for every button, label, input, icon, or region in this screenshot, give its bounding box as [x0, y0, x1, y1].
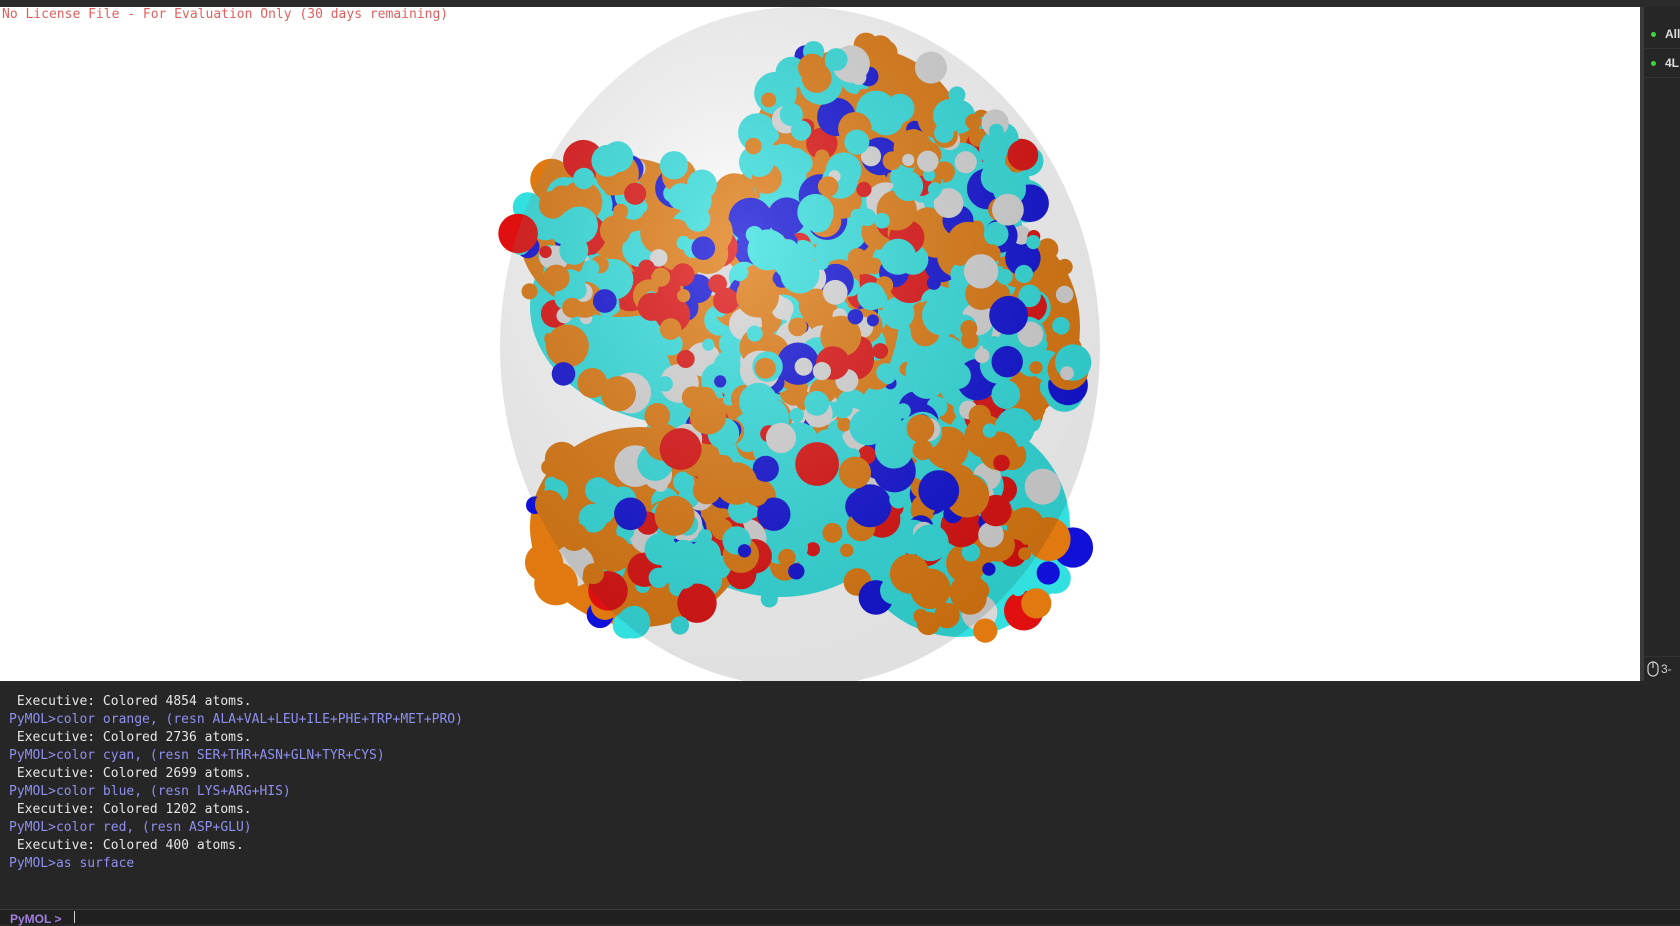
- console-line: Executive: Colored 2699 atoms.: [9, 766, 252, 781]
- surface-patch: [1021, 588, 1052, 619]
- object-label: All: [1665, 27, 1680, 41]
- console-line: Executive: Colored 1202 atoms.: [9, 802, 252, 817]
- object-row-4l[interactable]: 4L: [1644, 49, 1680, 78]
- console-command-line: PyMOL>as surface: [9, 856, 135, 871]
- console-command-line: PyMOL>color orange, (resn ALA+VAL+LEU+IL…: [9, 712, 463, 727]
- console-command-line: PyMOL>color cyan, (resn SER+THR+ASN+GLN+…: [9, 748, 385, 763]
- object-row-all[interactable]: All: [1644, 20, 1680, 49]
- mouse-icon: [1647, 661, 1659, 677]
- window-top-strip: [0, 0, 1680, 7]
- license-notice: No License File - For Evaluation Only (3…: [2, 7, 449, 22]
- protein-surface-render: [498, 7, 1100, 681]
- object-label: 4L: [1665, 56, 1680, 70]
- command-prompt-label: PyMOL >: [10, 912, 62, 926]
- console-command-line: PyMOL>color red, (resn ASP+GLU): [9, 820, 252, 835]
- mouse-mode-indicator[interactable]: 3-: [1644, 656, 1680, 681]
- console-line: Executive: Colored 4854 atoms.: [9, 694, 252, 709]
- console-command-line: PyMOL>color blue, (resn LYS+ARG+HIS): [9, 784, 291, 799]
- surface-patch: [973, 618, 998, 643]
- enabled-indicator-icon: [1651, 31, 1656, 37]
- console-output: Executive: Colored 4854 atoms. PyMOL>col…: [0, 681, 1680, 909]
- enabled-indicator-icon: [1651, 60, 1656, 66]
- surface-patch: [1036, 561, 1060, 585]
- surface-shading: [500, 7, 1100, 681]
- command-bar: PyMOL >: [0, 909, 1680, 926]
- molecular-viewport[interactable]: No License File - For Evaluation Only (3…: [0, 7, 1640, 681]
- object-panel: All 4L: [1644, 7, 1680, 681]
- mouse-mode-label: 3-: [1661, 662, 1672, 676]
- console-line: Executive: Colored 400 atoms.: [9, 838, 244, 853]
- surface-patch: [524, 543, 564, 582]
- command-input[interactable]: [74, 911, 1667, 923]
- console-line: Executive: Colored 2736 atoms.: [9, 730, 252, 745]
